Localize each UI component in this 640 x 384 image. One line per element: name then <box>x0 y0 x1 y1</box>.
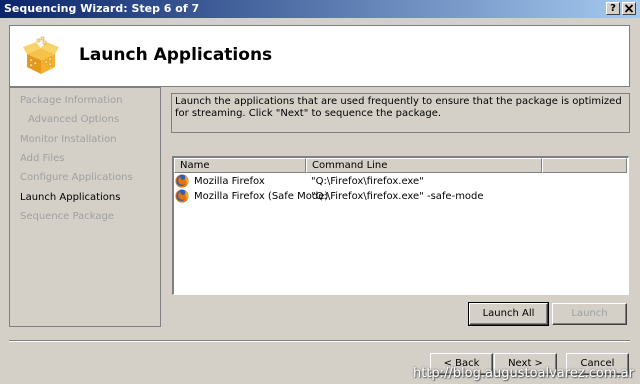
launch-button[interactable]: Launch <box>552 303 627 325</box>
cell-command-line: "Q:\Firefox\firefox.exe" <box>311 176 424 187</box>
close-button[interactable] <box>622 2 636 15</box>
firefox-icon <box>175 174 189 188</box>
package-box-icon <box>23 36 59 74</box>
nav-step-configure-applications: Configure Applications <box>20 172 133 183</box>
description-text: Launch the applications that are used fr… <box>171 93 630 133</box>
cell-app-name: Mozilla Firefox (Safe Mode) <box>194 191 329 202</box>
column-header-filler <box>542 158 627 173</box>
applications-list[interactable]: Name Command Line Mozilla Firefox "Q:\Fi… <box>172 156 629 295</box>
nav-step-launch-applications: Launch Applications <box>20 192 121 203</box>
list-item[interactable]: Mozilla Firefox (Safe Mode) "Q:\Firefox\… <box>174 189 629 204</box>
column-header-command-line[interactable]: Command Line <box>306 158 542 173</box>
help-button[interactable]: ? <box>606 2 620 15</box>
cell-app-name: Mozilla Firefox <box>194 176 265 187</box>
title-bar: Sequencing Wizard: Step 6 of 7 ? <box>0 0 640 18</box>
nav-step-package-information: Package Information <box>20 95 123 106</box>
list-header: Name Command Line <box>174 158 627 173</box>
list-item[interactable]: Mozilla Firefox "Q:\Firefox\firefox.exe" <box>174 174 629 189</box>
column-header-name[interactable]: Name <box>174 158 306 173</box>
window-title: Sequencing Wizard: Step 6 of 7 <box>4 2 200 15</box>
nav-step-add-files: Add Files <box>20 153 65 164</box>
page-title: Launch Applications <box>79 45 273 65</box>
firefox-icon <box>175 189 189 203</box>
nav-step-monitor-installation: Monitor Installation <box>20 134 117 145</box>
nav-step-sequence-package: Sequence Package <box>20 211 114 222</box>
close-icon <box>624 4 634 13</box>
cell-command-line: "Q:\Firefox\firefox.exe" -safe-mode <box>311 191 484 202</box>
wizard-steps-nav: Package Information Advanced Options Mon… <box>9 87 161 327</box>
watermark-url: http://blog.augustoalvarez.com.ar <box>412 366 634 381</box>
footer-separator <box>9 340 630 342</box>
launch-all-button[interactable]: Launch All <box>468 302 549 326</box>
nav-step-advanced-options: Advanced Options <box>28 114 120 125</box>
wizard-header: Launch Applications <box>9 25 630 87</box>
